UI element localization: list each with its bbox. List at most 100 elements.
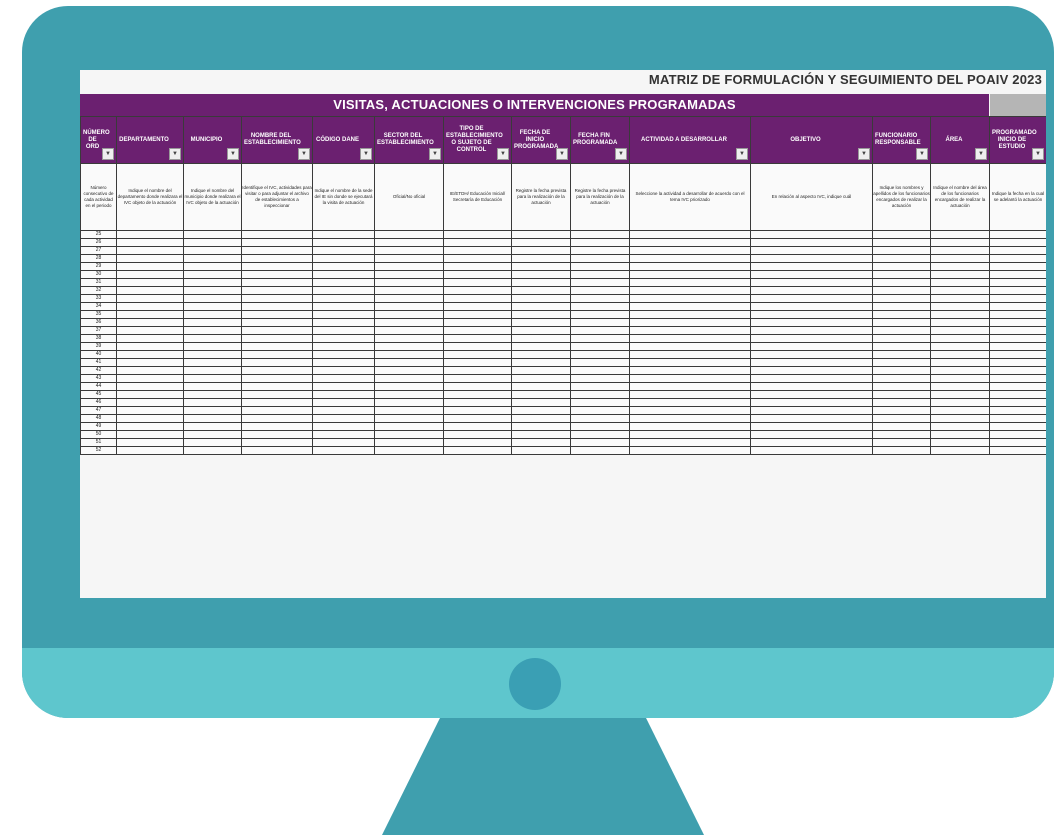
row-number-cell[interactable]: 28 — [80, 254, 117, 263]
table-cell[interactable] — [629, 334, 751, 343]
table-cell[interactable] — [312, 390, 375, 399]
table-cell[interactable] — [629, 310, 751, 319]
table-cell[interactable] — [629, 302, 751, 311]
table-cell[interactable] — [183, 238, 242, 247]
table-cell[interactable] — [312, 254, 375, 263]
filter-dropdown-icon[interactable]: ▼ — [556, 148, 568, 160]
table-cell[interactable] — [511, 230, 571, 239]
table-cell[interactable] — [183, 342, 242, 351]
table-cell[interactable] — [872, 350, 931, 359]
table-cell[interactable] — [443, 350, 512, 359]
table-cell[interactable] — [241, 366, 313, 375]
table-cell[interactable] — [930, 326, 990, 335]
column-description[interactable]: Indique el nombre del área de los funcio… — [930, 163, 990, 231]
table-cell[interactable] — [570, 286, 630, 295]
table-cell[interactable] — [443, 286, 512, 295]
table-cell[interactable] — [116, 374, 184, 383]
table-cell[interactable] — [241, 438, 313, 447]
filter-dropdown-icon[interactable]: ▼ — [736, 148, 748, 160]
table-cell[interactable] — [750, 318, 873, 327]
table-cell[interactable] — [443, 278, 512, 287]
table-cell[interactable] — [989, 278, 1046, 287]
table-cell[interactable] — [872, 342, 931, 351]
row-number-cell[interactable]: 49 — [80, 422, 117, 431]
table-cell[interactable] — [312, 262, 375, 271]
table-cell[interactable] — [312, 358, 375, 367]
table-cell[interactable] — [989, 366, 1046, 375]
table-cell[interactable] — [872, 406, 931, 415]
table-cell[interactable] — [750, 254, 873, 263]
table-cell[interactable] — [312, 350, 375, 359]
table-cell[interactable] — [930, 262, 990, 271]
filter-dropdown-icon[interactable]: ▼ — [429, 148, 441, 160]
table-cell[interactable] — [183, 286, 242, 295]
table-cell[interactable] — [930, 286, 990, 295]
table-cell[interactable] — [930, 278, 990, 287]
table-cell[interactable] — [511, 366, 571, 375]
table-cell[interactable] — [989, 382, 1046, 391]
table-cell[interactable] — [872, 254, 931, 263]
table-cell[interactable] — [511, 278, 571, 287]
table-cell[interactable] — [312, 246, 375, 255]
table-cell[interactable] — [989, 294, 1046, 303]
table-cell[interactable] — [570, 230, 630, 239]
table-cell[interactable] — [116, 382, 184, 391]
column-description[interactable]: Indique los nombres y apellidos de los f… — [872, 163, 931, 231]
table-cell[interactable] — [443, 254, 512, 263]
table-cell[interactable] — [511, 270, 571, 279]
table-cell[interactable] — [872, 262, 931, 271]
table-cell[interactable] — [241, 350, 313, 359]
table-cell[interactable] — [312, 238, 375, 247]
table-cell[interactable] — [312, 334, 375, 343]
table-cell[interactable] — [241, 270, 313, 279]
table-cell[interactable] — [312, 438, 375, 447]
table-cell[interactable] — [183, 438, 242, 447]
table-cell[interactable] — [989, 414, 1046, 423]
table-cell[interactable] — [511, 294, 571, 303]
column-header[interactable]: ACTIVIDAD A DESARROLLAR ▼ — [629, 116, 751, 164]
table-cell[interactable] — [629, 246, 751, 255]
table-cell[interactable] — [183, 262, 242, 271]
table-cell[interactable] — [443, 390, 512, 399]
filter-dropdown-icon[interactable]: ▼ — [916, 148, 928, 160]
table-cell[interactable] — [312, 326, 375, 335]
table-cell[interactable] — [241, 374, 313, 383]
table-cell[interactable] — [629, 446, 751, 455]
table-cell[interactable] — [570, 422, 630, 431]
table-cell[interactable] — [930, 430, 990, 439]
table-cell[interactable] — [241, 262, 313, 271]
table-cell[interactable] — [629, 318, 751, 327]
table-cell[interactable] — [750, 350, 873, 359]
table-cell[interactable] — [629, 326, 751, 335]
table-cell[interactable] — [872, 398, 931, 407]
table-cell[interactable] — [312, 318, 375, 327]
table-cell[interactable] — [930, 438, 990, 447]
table-cell[interactable] — [511, 342, 571, 351]
row-number-cell[interactable]: 35 — [80, 310, 117, 319]
table-cell[interactable] — [183, 334, 242, 343]
column-header[interactable]: PROGRAMADO INICIO DE ESTUDIO ▼ — [989, 116, 1046, 164]
table-cell[interactable] — [183, 294, 242, 303]
table-cell[interactable] — [629, 430, 751, 439]
row-number-cell[interactable]: 44 — [80, 382, 117, 391]
table-cell[interactable] — [872, 230, 931, 239]
table-cell[interactable] — [374, 270, 444, 279]
table-cell[interactable] — [629, 278, 751, 287]
table-cell[interactable] — [570, 430, 630, 439]
table-cell[interactable] — [989, 310, 1046, 319]
table-cell[interactable] — [989, 350, 1046, 359]
table-cell[interactable] — [374, 430, 444, 439]
table-cell[interactable] — [570, 254, 630, 263]
table-cell[interactable] — [570, 398, 630, 407]
table-cell[interactable] — [116, 334, 184, 343]
table-cell[interactable] — [872, 390, 931, 399]
table-cell[interactable] — [930, 390, 990, 399]
table-cell[interactable] — [312, 406, 375, 415]
column-header[interactable]: CÓDIGO DANE ▼ — [312, 116, 375, 164]
table-cell[interactable] — [570, 390, 630, 399]
table-cell[interactable] — [183, 318, 242, 327]
table-cell[interactable] — [443, 374, 512, 383]
table-cell[interactable] — [570, 294, 630, 303]
column-description[interactable]: Registre la fecha prevista para la reali… — [570, 163, 630, 231]
table-cell[interactable] — [116, 318, 184, 327]
